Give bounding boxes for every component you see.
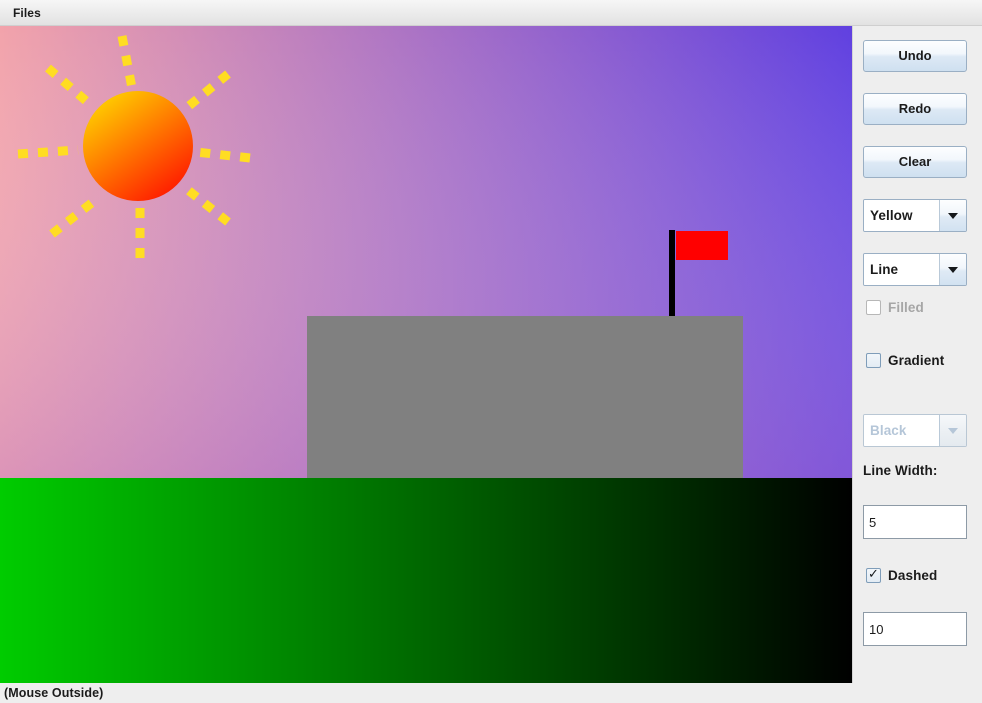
filled-checkbox: Filled — [866, 300, 924, 315]
menu-item-files[interactable]: Files — [6, 3, 48, 23]
status-text: (Mouse Outside) — [4, 686, 104, 700]
filled-checkbox-label: Filled — [888, 300, 924, 315]
canvas-artwork — [0, 26, 852, 683]
chevron-down-icon[interactable] — [940, 254, 966, 285]
dashed-checkbox-label: Dashed — [888, 568, 938, 583]
menu-bar: Files — [0, 0, 982, 26]
status-bar: (Mouse Outside) — [0, 683, 982, 703]
tool-panel: Undo Redo Clear Yellow Line Filled Gradi… — [853, 26, 982, 683]
undo-button[interactable]: Undo — [863, 40, 967, 72]
gradient-checkbox[interactable]: Gradient — [866, 353, 944, 368]
flag-rectangle — [676, 231, 728, 260]
sun-circle — [83, 91, 193, 201]
sun-ray-7 — [195, 147, 251, 163]
dash-length-input[interactable] — [863, 612, 967, 646]
chevron-down-icon — [940, 415, 966, 446]
line-width-input[interactable] — [863, 505, 967, 539]
shape-select-value: Line — [864, 254, 940, 285]
line-width-label: Line Width: — [863, 463, 938, 478]
gradient-checkbox-label: Gradient — [888, 353, 945, 368]
redo-button[interactable]: Redo — [863, 93, 967, 125]
ground-gradient-rectangle — [0, 478, 852, 683]
checkbox-box[interactable]: ✓ — [866, 567, 881, 583]
drawing-canvas[interactable] — [0, 26, 853, 683]
checkbox-box[interactable] — [866, 353, 881, 368]
building-rectangle — [307, 316, 743, 478]
dashed-checkbox[interactable]: ✓ Dashed — [866, 567, 938, 583]
main-content-area: Undo Redo Clear Yellow Line Filled Gradi… — [0, 26, 982, 683]
check-icon: ✓ — [868, 567, 879, 582]
color-select-value: Yellow — [864, 200, 940, 231]
chevron-down-icon[interactable] — [940, 200, 966, 231]
shape-select[interactable]: Line — [863, 253, 967, 286]
paint-application-window: Files Undo Redo Clear Yellow Line Filled… — [0, 0, 982, 703]
gradient-color-select-value: Black — [864, 415, 940, 446]
flag-pole-line — [669, 230, 675, 316]
checkbox-box — [866, 300, 881, 315]
color-select[interactable]: Yellow — [863, 199, 967, 232]
clear-button[interactable]: Clear — [863, 146, 967, 178]
gradient-color-select: Black — [863, 414, 967, 447]
